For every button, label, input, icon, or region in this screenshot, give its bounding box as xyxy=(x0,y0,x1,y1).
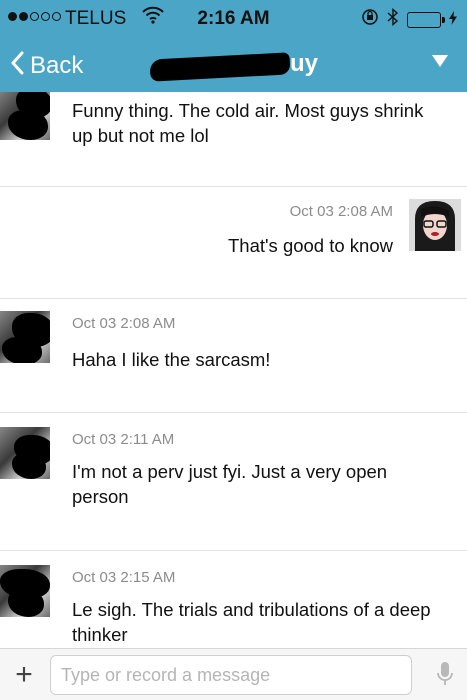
back-label: Back xyxy=(30,52,84,79)
plus-icon: + xyxy=(15,658,33,691)
message-incoming: Oct 03 2:08 AM Haha I like the sarcasm! xyxy=(0,299,467,413)
message-incoming: Oct 03 2:15 AM Le sigh. The trials and t… xyxy=(0,551,467,648)
nav-bar: Back uy xyxy=(0,40,467,92)
redacted-avatar xyxy=(0,311,50,363)
status-right-icons xyxy=(361,7,457,32)
redacted-avatar xyxy=(0,427,50,479)
battery-icon xyxy=(407,12,445,28)
title-visible-text: uy xyxy=(290,50,319,77)
message-timestamp: Oct 03 2:11 AM xyxy=(72,431,175,448)
back-button[interactable]: Back xyxy=(10,48,83,84)
redacted-avatar xyxy=(0,92,50,140)
microphone-icon[interactable] xyxy=(437,661,453,692)
message-text: I'm not a perv just fyi. Just a very ope… xyxy=(72,461,388,507)
user-photo-avatar xyxy=(409,199,461,251)
bluetooth-icon xyxy=(387,7,399,32)
message-text: Le sigh. The trials and tribulations of … xyxy=(72,599,431,645)
add-attachment-button[interactable]: + xyxy=(6,657,42,693)
message-text: Haha I like the sarcasm! xyxy=(72,349,271,370)
message-outgoing: Oct 03 2:08 AM That's good to know xyxy=(0,187,467,299)
message-incoming: Oct 03 2:11 AM I'm not a perv just fyi. … xyxy=(0,413,467,551)
message-composer: + xyxy=(0,648,467,700)
redaction-mark xyxy=(149,52,291,82)
charging-icon xyxy=(449,9,457,31)
redacted-avatar xyxy=(0,565,50,617)
triangle-down-icon[interactable] xyxy=(431,54,449,73)
message-timestamp: Oct 03 2:08 AM xyxy=(289,203,393,220)
conversation-title: uy xyxy=(149,48,320,84)
status-bar: TELUS 2:16 AM xyxy=(0,0,467,40)
message-text: That's good to know xyxy=(228,235,393,256)
message-text: Funny thing. The cold air. Most guys shr… xyxy=(72,100,424,146)
message-input[interactable] xyxy=(50,655,412,695)
message-timestamp: Oct 03 2:08 AM xyxy=(72,315,176,332)
orientation-lock-icon xyxy=(361,8,379,32)
message-timestamp: Oct 03 2:15 AM xyxy=(72,569,176,586)
message-list[interactable]: Funny thing. The cold air. Most guys shr… xyxy=(0,92,467,648)
message-incoming: Funny thing. The cold air. Most guys shr… xyxy=(0,92,467,187)
chevron-left-icon xyxy=(10,51,24,82)
